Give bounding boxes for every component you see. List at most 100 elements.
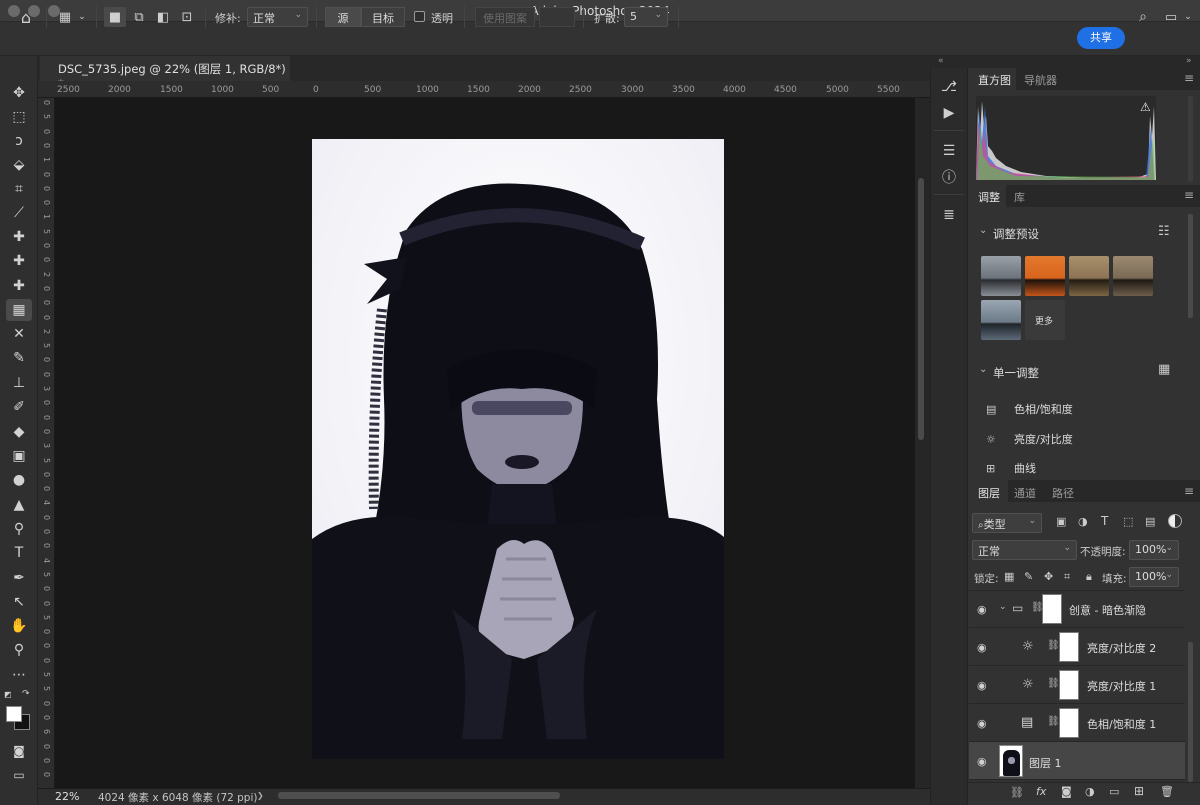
search-icon[interactable]: ⌕ bbox=[1133, 7, 1153, 27]
lock-all-icon[interactable]: 🔒︎ bbox=[1086, 570, 1092, 584]
pattern-picker[interactable] bbox=[539, 7, 575, 27]
zoom-level[interactable]: 22% bbox=[55, 790, 79, 803]
grid-view-icon[interactable]: ▦ bbox=[1158, 362, 1170, 377]
vertical-scroll-thumb[interactable] bbox=[918, 178, 924, 440]
tab-navigator[interactable]: 导航器 bbox=[1024, 72, 1057, 88]
tab-paths[interactable]: 路径 bbox=[1052, 485, 1074, 501]
layer-mask-thumbnail[interactable] bbox=[1059, 632, 1079, 662]
layer-mask-thumbnail[interactable] bbox=[1042, 594, 1062, 624]
content-aware-move-tool-icon[interactable]: ✕ bbox=[6, 323, 32, 345]
histogram-scrollbar[interactable] bbox=[1188, 96, 1193, 182]
new-layer-icon[interactable]: ⊞ bbox=[1134, 784, 1144, 798]
document-image[interactable] bbox=[312, 139, 724, 759]
visibility-eye-icon[interactable]: ◉ bbox=[977, 641, 987, 654]
preset-thumbnail[interactable] bbox=[1069, 256, 1109, 296]
swap-colors-icon[interactable]: ↷ bbox=[22, 689, 30, 699]
target-button[interactable]: 目标 bbox=[361, 7, 405, 27]
adjustments-scrollbar[interactable] bbox=[1188, 214, 1193, 318]
actions-panel-icon[interactable]: ▶ bbox=[938, 102, 960, 124]
tool-preset-dropdown[interactable]: ⌄ bbox=[76, 7, 88, 27]
add-mask-icon[interactable]: ◙ bbox=[1061, 785, 1072, 798]
link-layers-icon[interactable]: ⛓ bbox=[1010, 786, 1024, 799]
filter-toggle-icon[interactable] bbox=[1168, 514, 1182, 528]
intersect-selection-icon[interactable]: ⊡ bbox=[176, 7, 198, 27]
status-menu-arrow[interactable]: ❯ bbox=[257, 791, 264, 800]
more-presets-button[interactable]: 更多 bbox=[1025, 300, 1065, 340]
tab-layers[interactable]: 图层 bbox=[978, 485, 1000, 501]
default-colors-icon[interactable]: ◩ bbox=[4, 690, 12, 699]
screen-mode-icon[interactable]: ▭ bbox=[6, 764, 32, 786]
list-view-icon[interactable]: ☷ bbox=[1158, 224, 1170, 239]
lasso-tool-icon[interactable]: ↄ bbox=[6, 130, 32, 152]
preset-thumbnail[interactable] bbox=[981, 300, 1021, 340]
preset-thumbnail[interactable] bbox=[1113, 256, 1153, 296]
filter-type-icon[interactable]: T bbox=[1101, 514, 1108, 528]
link-icon[interactable]: ⛓ bbox=[1047, 678, 1060, 689]
hand-tool-icon[interactable]: ✋ bbox=[6, 615, 32, 637]
cache-warning-icon[interactable]: ⚠ bbox=[1140, 100, 1151, 114]
dodge-tool-icon[interactable]: ⚲ bbox=[6, 518, 32, 540]
adjustments-panel-icon[interactable]: ☰ bbox=[938, 140, 960, 162]
workspace-icon[interactable]: ▭ bbox=[1160, 7, 1182, 27]
brightness-icon[interactable]: ☼ bbox=[1022, 639, 1034, 654]
lock-image-icon[interactable]: ✎ bbox=[1024, 570, 1033, 583]
subtract-selection-icon[interactable]: ◧ bbox=[152, 7, 174, 27]
hue-saturation-icon[interactable]: ▤ bbox=[1021, 715, 1033, 730]
visibility-eye-icon[interactable]: ◉ bbox=[977, 717, 987, 730]
lock-transparent-icon[interactable]: ▦ bbox=[1004, 570, 1014, 583]
tab-libraries[interactable]: 库 bbox=[1014, 189, 1025, 205]
brightness-icon[interactable]: ☼ bbox=[1022, 677, 1034, 692]
move-tool-icon[interactable]: ✥ bbox=[6, 82, 32, 104]
layer-name[interactable]: 创意 - 暗色渐隐 bbox=[1069, 602, 1146, 618]
crop-tool-icon[interactable]: ⌗ bbox=[6, 178, 32, 200]
visibility-eye-icon[interactable]: ◉ bbox=[977, 755, 987, 768]
document-tab[interactable]: DSC_5735.jpeg @ 22% (图层 1, RGB/8*) * bbox=[40, 56, 290, 91]
tab-histogram[interactable]: 直方图 bbox=[978, 72, 1011, 88]
filter-shape-icon[interactable]: ⬚ bbox=[1123, 515, 1133, 528]
home-icon[interactable]: ⌂ bbox=[14, 7, 38, 27]
visibility-eye-icon[interactable]: ◉ bbox=[977, 603, 987, 616]
tab-channels[interactable]: 通道 bbox=[1014, 485, 1036, 501]
patch-tool-icon[interactable]: ▦ bbox=[54, 7, 76, 27]
healing-brush-tool-icon[interactable]: ✚ bbox=[6, 250, 32, 272]
spot-healing-tool-icon[interactable]: ✚ bbox=[6, 226, 32, 248]
layer-name[interactable]: 图层 1 bbox=[1029, 755, 1062, 771]
panel-menu-icon[interactable]: ≡ bbox=[1184, 71, 1194, 85]
source-button[interactable]: 源 bbox=[325, 7, 361, 27]
brush-tool-icon[interactable]: ✎ bbox=[6, 347, 32, 369]
patch-tool-icon[interactable]: ▦ bbox=[6, 299, 32, 321]
panel-menu-icon[interactable]: ≡ bbox=[1184, 484, 1194, 498]
preset-thumbnail[interactable] bbox=[981, 256, 1021, 296]
layers-scrollbar[interactable] bbox=[1188, 642, 1193, 782]
transparent-checkbox[interactable] bbox=[414, 11, 425, 22]
adjustment-curves[interactable]: ⊞ 曲线 bbox=[986, 460, 1036, 476]
layer-filter-select[interactable]: ⌕类型 ⌄ bbox=[972, 513, 1042, 533]
chevron-down-icon[interactable]: ⌄ bbox=[999, 602, 1007, 612]
layer-comps-icon[interactable]: ≣ bbox=[938, 204, 960, 226]
delete-layer-icon[interactable]: 🗑︎ bbox=[1160, 785, 1174, 798]
eyedropper-tool-icon[interactable]: ⟋ bbox=[6, 202, 32, 224]
filter-smart-object-icon[interactable]: ▤ bbox=[1145, 515, 1155, 528]
layer-name[interactable]: 色相/饱和度 1 bbox=[1087, 716, 1156, 732]
sharpen-tool-icon[interactable]: ▲ bbox=[6, 494, 32, 516]
layer-name[interactable]: 亮度/对比度 2 bbox=[1087, 640, 1156, 656]
layer-thumbnail[interactable] bbox=[999, 745, 1023, 777]
history-brush-tool-icon[interactable]: ✐ bbox=[6, 396, 32, 418]
lock-position-icon[interactable]: ✥ bbox=[1044, 570, 1053, 583]
new-group-icon[interactable]: ▭ bbox=[1109, 785, 1119, 798]
tab-adjustments[interactable]: 调整 bbox=[978, 189, 1000, 205]
adjustment-brightness-contrast[interactable]: ☼ 亮度/对比度 bbox=[986, 431, 1073, 447]
bandage-tool-icon[interactable]: ✚ bbox=[6, 275, 32, 297]
foreground-color-swatch[interactable] bbox=[6, 706, 22, 722]
edit-toolbar-icon[interactable]: ⋯ bbox=[6, 664, 32, 686]
opacity-field[interactable]: 100% ⌄ bbox=[1129, 540, 1179, 560]
use-pattern-button[interactable]: 使用图案 bbox=[475, 7, 535, 27]
eraser-tool-icon[interactable]: ◆ bbox=[6, 421, 32, 443]
layer-mask-thumbnail[interactable] bbox=[1059, 708, 1079, 738]
blend-mode-select[interactable]: 正常 ⌄ bbox=[972, 540, 1077, 560]
diffusion-select[interactable]: 5 ⌄ bbox=[624, 7, 668, 27]
chevron-down-icon[interactable]: ⌄ bbox=[979, 364, 987, 375]
link-icon[interactable]: ⛓ bbox=[1047, 716, 1060, 727]
layer-mask-thumbnail[interactable] bbox=[1059, 670, 1079, 700]
collapse-panels-icon[interactable]: » bbox=[1186, 56, 1192, 66]
